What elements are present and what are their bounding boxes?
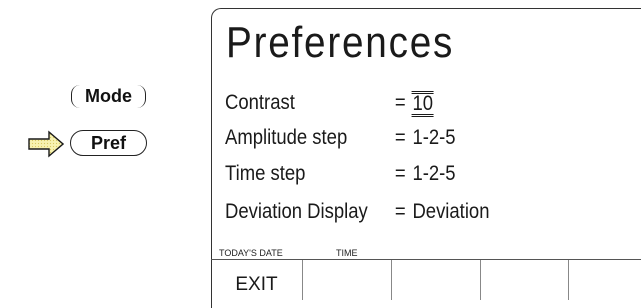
equals-sign: = (394, 162, 406, 185)
softkey-bar: EXIT (211, 259, 641, 300)
setting-row-amplitude-step[interactable]: Amplitude step = 1-2-5 (225, 126, 456, 150)
softkey-4[interactable] (481, 260, 569, 300)
page-title: Preferences (226, 18, 455, 67)
setting-label: Time step (225, 162, 306, 185)
setting-row-contrast[interactable]: Contrast = 10 (225, 91, 434, 117)
equals-sign: = (394, 91, 406, 114)
equals-sign: = (394, 200, 406, 223)
right-arrow-icon (28, 130, 64, 158)
deviation-display-value[interactable]: Deviation (412, 200, 489, 224)
amplitude-step-value[interactable]: 1-2-5 (412, 126, 455, 150)
mode-button-label: Mode (85, 86, 132, 106)
softkey-2[interactable] (303, 260, 392, 300)
pref-button-label: Pref (90, 132, 126, 153)
softkey-3[interactable] (392, 260, 481, 300)
mode-button[interactable]: Mode (71, 85, 146, 108)
softkey-5[interactable] (569, 260, 641, 300)
setting-label: Amplitude step (225, 126, 348, 149)
pref-button[interactable]: Pref (70, 130, 147, 156)
contrast-value[interactable]: 10 (411, 91, 434, 117)
setting-label: Deviation Display (225, 200, 368, 223)
setting-row-time-step[interactable]: Time step = 1-2-5 (225, 162, 456, 186)
equals-sign: = (394, 126, 406, 149)
setting-label: Contrast (225, 91, 295, 114)
setting-row-deviation-display[interactable]: Deviation Display = Deviation (225, 200, 489, 224)
softkey-exit[interactable]: EXIT (211, 260, 303, 300)
time-step-value[interactable]: 1-2-5 (412, 162, 455, 186)
todays-date-label: TODAY'S DATE (219, 248, 283, 258)
time-label: TIME (336, 248, 358, 258)
